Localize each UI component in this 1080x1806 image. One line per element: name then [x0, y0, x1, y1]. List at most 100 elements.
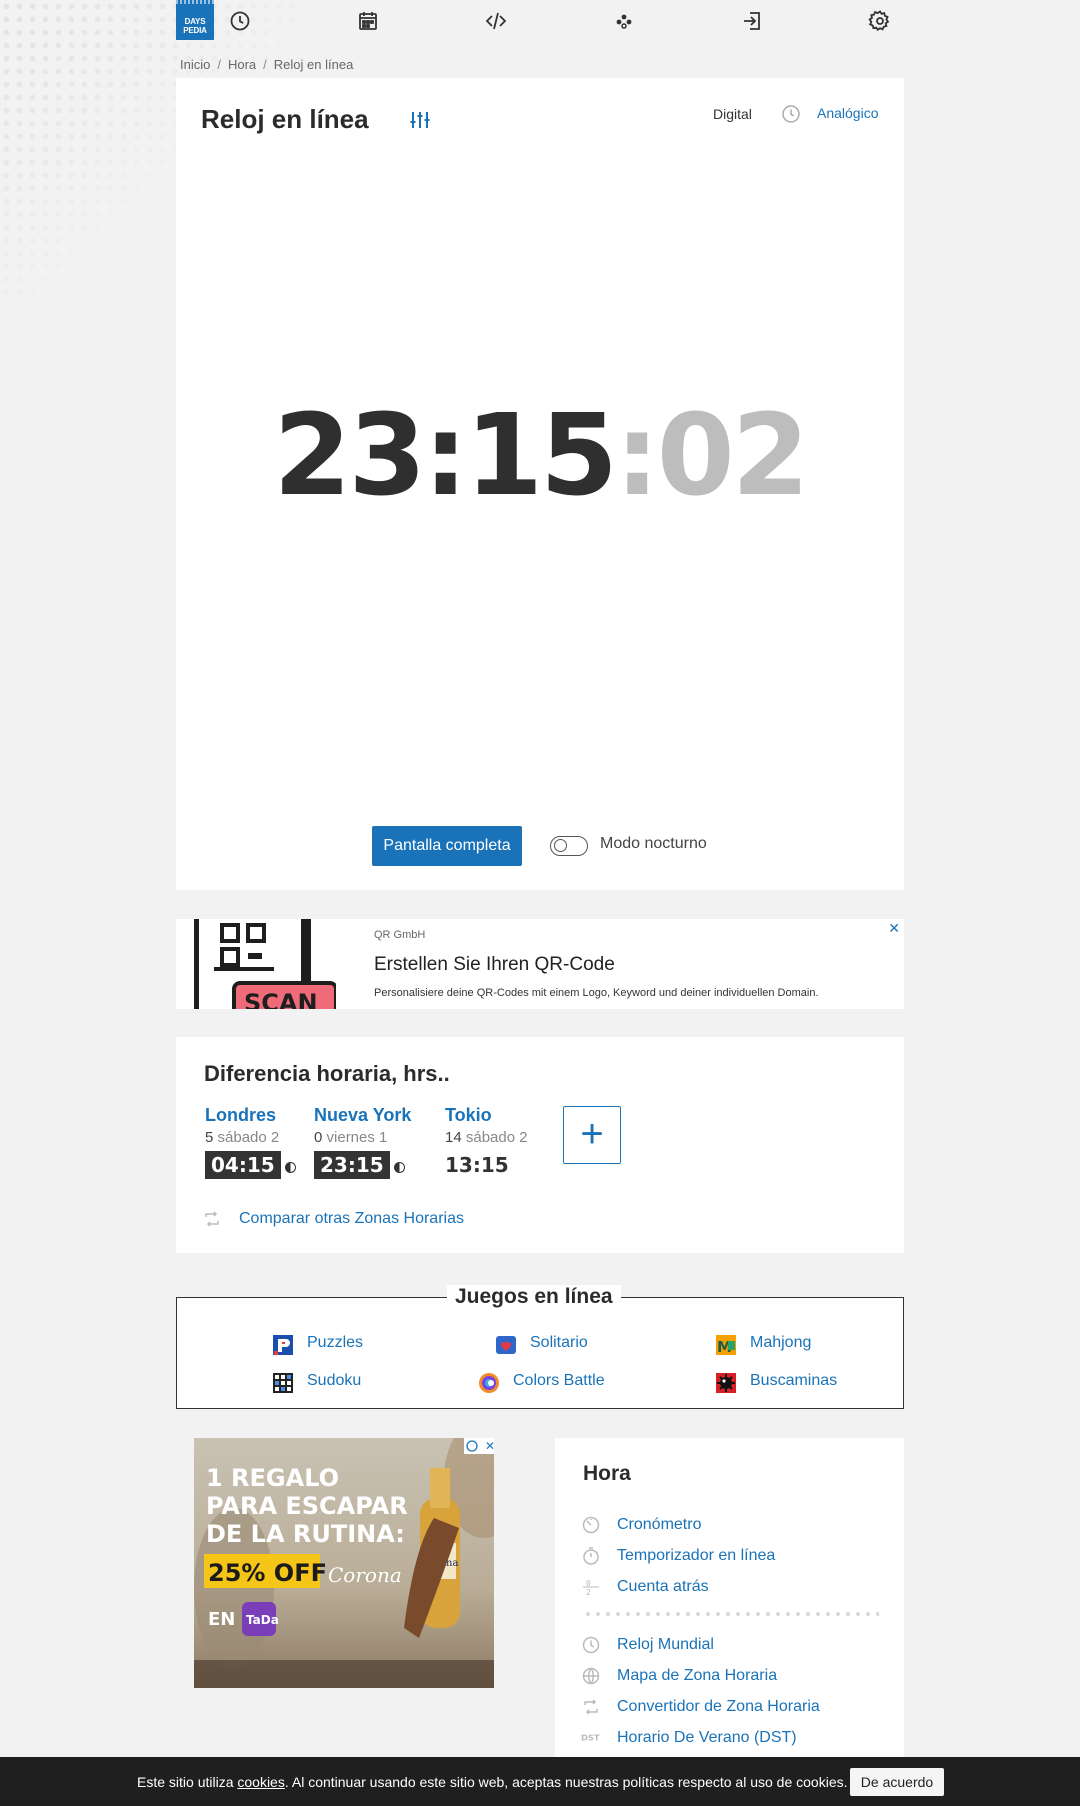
page-title: Reloj en línea: [201, 104, 369, 134]
link-timezone-map[interactable]: Mapa de Zona Horaria: [582, 1667, 777, 1685]
hora-divider: [583, 1612, 879, 1616]
game-puzzles[interactable]: Puzzles: [273, 1334, 363, 1355]
sliders-icon[interactable]: [408, 108, 432, 132]
city-time: 23:15: [314, 1151, 390, 1179]
clock-colon-2: :: [614, 391, 660, 521]
timer-icon: [581, 1546, 601, 1566]
ad-banner-qr[interactable]: SCAN QR GmbH Erstellen Sie Ihren QR-Code…: [176, 919, 904, 1009]
accept-cookies-button[interactable]: De acuerdo: [850, 1768, 944, 1796]
city-tokyo: Tokio 14 sábado 2 13:15: [445, 1105, 528, 1179]
city-time: 13:15: [445, 1153, 509, 1177]
city-london: Londres 5 sábado 2 04:15: [205, 1105, 296, 1179]
settings-gear-icon[interactable]: [868, 9, 892, 33]
city-sub: 14 sábado 2: [445, 1129, 528, 1146]
clock-colon-1: :: [423, 391, 468, 521]
link-world-clock[interactable]: Reloj Mundial: [582, 1636, 714, 1654]
puzzles-icon: [271, 1333, 295, 1357]
link-dst[interactable]: DST Horario De Verano (DST): [581, 1729, 797, 1747]
fullscreen-button[interactable]: Pantalla completa: [372, 826, 522, 866]
breadcrumb: Inicio / Hora / Reloj en línea: [180, 57, 354, 72]
globe-icon: [581, 1666, 601, 1686]
time-difference-card: Diferencia horaria, hrs.. Londres 5 sába…: [176, 1037, 904, 1253]
night-mode-toggle[interactable]: [550, 836, 588, 856]
city-name[interactable]: Londres: [205, 1105, 296, 1126]
hora-title: Hora: [583, 1462, 631, 1485]
code-icon[interactable]: [484, 9, 508, 33]
night-mode-label: Modo nocturno: [600, 835, 707, 852]
stopwatch-icon: [581, 1515, 601, 1535]
city-name[interactable]: Nueva York: [314, 1105, 411, 1126]
ad2-close-icon: ✕: [485, 1439, 494, 1453]
ad-brand: QR GmbH: [374, 929, 426, 941]
ad2-line2: PARA ESCAPAR: [206, 1492, 408, 1520]
time-diff-title: Diferencia horaria, hrs..: [204, 1061, 450, 1086]
sudoku-icon: [271, 1371, 295, 1395]
cookie-text: Este sitio utiliza cookies. Al continuar…: [137, 1774, 848, 1790]
ad2-offer: 25% OFF: [208, 1559, 327, 1587]
analog-clock-icon[interactable]: [781, 104, 801, 124]
city-time: 04:15: [205, 1151, 281, 1179]
svg-text:2: 2: [586, 1588, 591, 1597]
world-clock-icon: [581, 1635, 601, 1655]
clock-minutes: 15: [465, 391, 618, 521]
digital-clock: 23:15:02: [176, 400, 904, 512]
ad-banner-corona[interactable]: Corona 1 REGALO PARA ESCAPAR DE LA RUTIN…: [194, 1438, 494, 1688]
ad2-line3: DE LA RUTINA:: [206, 1520, 405, 1548]
game-sudoku[interactable]: Sudoku: [273, 1372, 361, 1393]
login-icon[interactable]: [740, 9, 764, 33]
moon-icon: [393, 1162, 405, 1174]
colors-battle-icon: [477, 1371, 501, 1395]
moon-icon: [284, 1162, 296, 1174]
hora-panel: Hora Cronómetro Temporizador en línea 02…: [555, 1438, 904, 1758]
mahjong-icon: M: [714, 1333, 738, 1357]
ad-headline[interactable]: Erstellen Sie Ihren QR-Code: [374, 954, 615, 976]
games-title: Juegos en línea: [447, 1285, 621, 1309]
countdown-icon: 02: [581, 1577, 601, 1597]
ad2-en: EN: [208, 1609, 235, 1630]
minesweeper-icon: [714, 1371, 738, 1395]
link-timezone-converter[interactable]: Convertidor de Zona Horaria: [584, 1698, 820, 1716]
games-icon[interactable]: [612, 9, 636, 33]
calendar-icon[interactable]: [356, 9, 380, 33]
breadcrumb-current: Reloj en línea: [273, 57, 354, 72]
city-sub: 5 sábado 2: [205, 1129, 280, 1146]
cookies-link[interactable]: cookies: [237, 1774, 284, 1790]
ad2-brand: Corona: [328, 1563, 402, 1587]
convert-icon: [581, 1697, 601, 1717]
ad2-app: TaDa: [246, 1613, 279, 1627]
mode-analog[interactable]: Analógico: [817, 105, 879, 121]
ad-description: Personalisiere deine QR-Codes mit einem …: [374, 987, 819, 999]
online-games-box: Juegos en línea Puzzles Solitario M Mahj…: [176, 1285, 904, 1409]
clock-icon[interactable]: [228, 9, 252, 33]
clock-seconds: 02: [656, 391, 810, 521]
game-colors-battle[interactable]: Colors Battle: [479, 1372, 605, 1393]
compare-icon: [202, 1209, 222, 1229]
city-new-york: Nueva York 0 viernes 1 23:15: [314, 1105, 411, 1179]
solitaire-icon: [494, 1333, 518, 1357]
breadcrumb-hora[interactable]: Hora: [228, 57, 256, 72]
top-nav: DAYS PEDIA: [176, 0, 904, 42]
cookie-banner: Este sitio utiliza cookies. Al continuar…: [0, 1757, 1080, 1806]
game-solitaire[interactable]: Solitario: [496, 1334, 588, 1354]
city-name[interactable]: Tokio: [445, 1105, 528, 1126]
breadcrumb-home[interactable]: Inicio: [180, 57, 210, 72]
link-stopwatch[interactable]: Cronómetro: [582, 1516, 701, 1534]
svg-text:DST: DST: [581, 1732, 600, 1742]
logo-text-2: PEDIA: [183, 26, 207, 35]
clock-card: Reloj en línea Digital Analógico 23:15:0…: [176, 78, 904, 890]
game-mahjong[interactable]: M Mahjong: [716, 1334, 811, 1356]
city-sub: 0 viernes 1: [314, 1129, 388, 1146]
game-minesweeper[interactable]: Buscaminas: [716, 1372, 837, 1393]
ad-scan-text: SCAN: [244, 989, 318, 1009]
add-city-button[interactable]: +: [563, 1106, 621, 1164]
clock-hours: 23: [273, 391, 426, 521]
ad2-line1: 1 REGALO: [206, 1464, 339, 1492]
link-timer[interactable]: Temporizador en línea: [583, 1547, 775, 1565]
ad-close-icon[interactable]: ✕: [888, 920, 900, 937]
dst-icon: DST: [581, 1728, 601, 1748]
dayspedia-logo[interactable]: DAYS PEDIA: [176, 0, 214, 40]
mode-digital[interactable]: Digital: [713, 106, 752, 122]
ad-qr-image: SCAN: [189, 919, 338, 1009]
link-countdown[interactable]: 02 Cuenta atrás: [583, 1578, 709, 1597]
compare-time-zones-link[interactable]: Comparar otras Zonas Horarias: [239, 1210, 464, 1228]
